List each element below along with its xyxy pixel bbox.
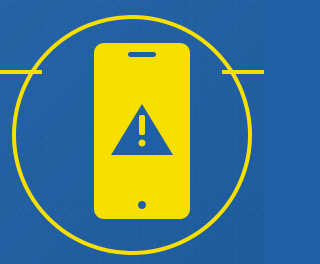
phone-home-button: [138, 201, 146, 209]
exclamation-dot: [138, 139, 146, 147]
phone-warning-illustration: [0, 0, 264, 264]
phone-speaker: [128, 52, 156, 57]
mobile-phone-warning-icon: [0, 15, 264, 255]
exclamation-mark: [139, 115, 145, 135]
